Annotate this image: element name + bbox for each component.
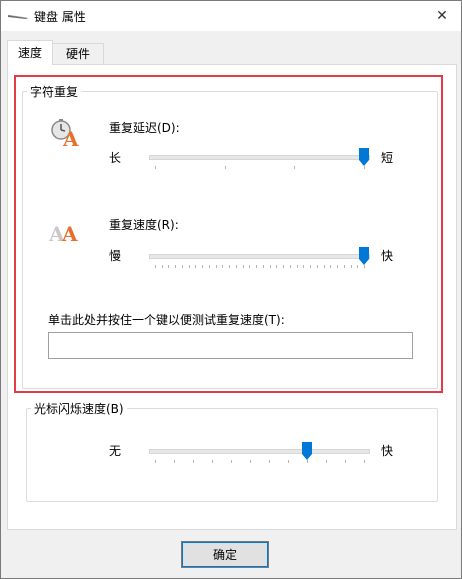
slider-tick xyxy=(345,460,346,463)
slider-tick xyxy=(224,166,226,169)
slider-tick xyxy=(364,265,365,268)
slider-tick xyxy=(193,460,194,463)
repeat-rate-slider[interactable] xyxy=(149,247,370,277)
slider-tick xyxy=(256,265,258,268)
slider-track xyxy=(149,155,370,160)
window-title: 键盘 属性 xyxy=(34,10,86,24)
ok-button[interactable]: 确定 xyxy=(181,541,269,568)
title-bar: 键盘 属性 ✕ xyxy=(1,1,461,31)
slider-tick xyxy=(168,265,170,268)
slider-tick xyxy=(326,460,327,463)
slider-tick xyxy=(310,265,312,268)
slider-tick xyxy=(155,166,156,169)
repeat-delay-slider[interactable] xyxy=(149,148,370,178)
slider-tick xyxy=(242,265,244,268)
slider-tick xyxy=(269,460,270,463)
slider-ticks xyxy=(149,265,370,269)
slider-track xyxy=(149,449,370,454)
slider-tick xyxy=(337,265,339,268)
slider-tick xyxy=(294,166,296,169)
tab-label: 速度 xyxy=(17,46,42,60)
cursor-blink-legend: 光标闪烁速度(B) xyxy=(34,402,124,416)
slider-tick xyxy=(350,265,352,268)
slider-tick xyxy=(235,265,237,268)
svg-text:A: A xyxy=(62,127,79,148)
slider-tick xyxy=(283,265,285,268)
repeat-delay-icon: A xyxy=(51,119,79,148)
slider-tick xyxy=(161,265,163,268)
slider-tick xyxy=(250,460,251,463)
slider-tick xyxy=(229,265,231,268)
keyboard-properties-window: 键盘 属性 ✕ 速度 硬件 字符重复 A 重复延迟(D): 长 短 A A 重复… xyxy=(0,0,462,579)
tab-hardware[interactable]: 硬件 xyxy=(52,43,104,64)
tab-label: 硬件 xyxy=(65,47,90,61)
slider-tick xyxy=(296,265,298,268)
slider-tick xyxy=(364,460,365,463)
slider-ticks xyxy=(149,166,370,170)
slider-tick xyxy=(316,265,318,268)
keyboard-icon xyxy=(8,14,28,19)
repeat-delay-max-label: 短 xyxy=(381,151,394,165)
slider-tick xyxy=(222,265,224,268)
slider-thumb[interactable] xyxy=(359,247,369,265)
slider-tick xyxy=(249,265,251,268)
repeat-rate-max-label: 快 xyxy=(381,249,394,263)
slider-track xyxy=(149,254,370,259)
slider-tick xyxy=(262,265,264,268)
slider-tick xyxy=(155,265,156,268)
repeat-rate-label: 重复速度(R): xyxy=(109,218,179,232)
cursor-blink-min-label: 无 xyxy=(109,444,122,458)
slider-tick xyxy=(174,460,175,463)
svg-text:A: A xyxy=(61,222,78,245)
cursor-blink-slider[interactable] xyxy=(149,442,370,472)
slider-tick xyxy=(364,166,365,169)
slider-tick xyxy=(195,265,197,268)
slider-tick xyxy=(269,265,271,268)
slider-thumb[interactable] xyxy=(359,148,369,166)
repeat-rate-min-label: 慢 xyxy=(109,249,122,263)
repeat-delay-min-label: 长 xyxy=(109,151,122,165)
slider-tick xyxy=(175,265,177,268)
slider-tick xyxy=(181,265,183,268)
slider-tick xyxy=(288,460,289,463)
slider-tick xyxy=(208,265,210,268)
slider-tick xyxy=(303,265,305,268)
slider-tick xyxy=(231,460,232,463)
slider-tick xyxy=(323,265,325,268)
slider-ticks xyxy=(149,460,370,464)
repeat-delay-label: 重复延迟(D): xyxy=(109,121,180,135)
slider-tick xyxy=(155,460,156,463)
slider-tick xyxy=(307,460,308,463)
test-repeat-input[interactable] xyxy=(48,332,413,359)
slider-tick xyxy=(357,265,359,268)
close-button[interactable]: ✕ xyxy=(429,3,455,29)
close-icon: ✕ xyxy=(436,8,448,24)
slider-tick xyxy=(188,265,190,268)
slider-tick xyxy=(289,265,291,268)
repeat-rate-icon: A A xyxy=(49,222,78,245)
slider-tick xyxy=(215,265,217,268)
slider-tick xyxy=(212,460,213,463)
slider-tick xyxy=(202,265,204,268)
test-repeat-label: 单击此处并按住一个键以便测试重复速度(T): xyxy=(48,313,285,327)
slider-tick xyxy=(343,265,345,268)
slider-tick xyxy=(276,265,278,268)
slider-tick xyxy=(330,265,332,268)
character-repeat-legend: 字符重复 xyxy=(30,85,79,99)
cursor-blink-max-label: 快 xyxy=(381,444,394,458)
slider-thumb[interactable] xyxy=(302,442,312,460)
tab-speed[interactable]: 速度 xyxy=(7,40,53,65)
